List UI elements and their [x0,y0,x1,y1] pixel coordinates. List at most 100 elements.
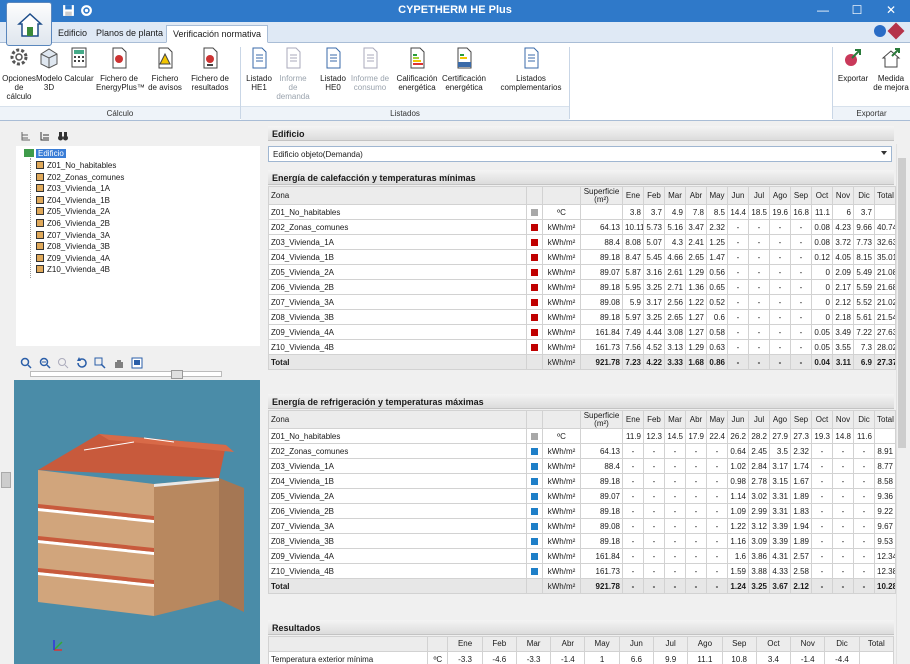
table-row[interactable]: Z08_Vivienda_3B kWh/m² 89.18- - - - -1.16 3.09 3… [268,533,896,549]
minimize-button[interactable]: — [808,0,838,22]
table-row[interactable]: Z02_Zonas_comunes kWh/m² 64.13- - - - -0.64 2.4… [268,443,896,459]
month-header: Oct [811,410,833,429]
app-menu-button[interactable] [6,2,52,46]
tab-edificio[interactable]: Edificio [52,25,93,43]
value-cell: - [811,578,833,594]
certificacion-energetica-button[interactable]: Certificación energética [440,46,488,92]
unit-cell: kWh/m² [542,473,581,489]
calificacion-energetica-button[interactable]: Calificación energética [394,46,440,92]
zoom-extents-icon[interactable] [20,357,32,369]
tree-item-zone[interactable]: Z04_Vivienda_1B [36,195,110,206]
month-header: Nov [832,410,854,429]
improvement-measure-button[interactable]: Medida de mejora [872,46,910,92]
value-cell: 18.5 [748,204,770,220]
table-row[interactable]: Z09_Vivienda_4A kWh/m² 161.84- - - - -1.6 3.86 4… [268,548,896,564]
binoculars-icon[interactable] [57,130,69,142]
tab-verificacion-normativa[interactable]: Verificación normativa [166,25,269,43]
unit-cell: kWh/m² [542,324,581,340]
table-row[interactable]: Temperatura exterior mínima ºC -3.3 -4.6 -3.… [267,651,895,664]
table-row[interactable]: Total kWh/m² 921.78 7.23 4.22 3.33 1.68 0.86- - -… [268,354,896,370]
value-cell: 2.56 [664,294,686,310]
tree-item-zone[interactable]: Z01_No_habitables [36,160,116,171]
pan-hand-icon[interactable] [113,357,125,369]
table-row[interactable]: Z02_Zonas_comunes kWh/m² 64.13 10.11 5.73 5.1… [268,219,896,235]
informe-consumo-button[interactable]: Informe de consumo [350,46,390,92]
value-cell: 3.17 [643,294,665,310]
panel-splitter[interactable] [0,350,262,356]
view-slider[interactable] [30,370,222,379]
table-row[interactable]: Z10_Vivienda_4B kWh/m² 161.73- - - - -1.59 3.88… [268,563,896,579]
unit-cell: kWh/m² [542,548,581,564]
settings-icon[interactable] [80,4,93,17]
tree-item-zone[interactable]: Z05_Vivienda_2A [36,206,110,217]
content-vertical-scrollbar[interactable] [896,144,906,664]
value-cell [858,651,895,664]
save-icon[interactable] [62,4,75,17]
view-window-icon[interactable] [131,357,143,369]
listado-he0-button[interactable]: Listado HE0 [318,46,348,92]
month-header: Sep [790,410,812,429]
maximize-button[interactable]: ☐ [842,0,872,22]
value-cell: 4.31 [769,548,791,564]
table-row[interactable]: Z04_Vivienda_1B kWh/m² 89.18 8.47 5.45 4.66 2.… [268,249,896,265]
table-row[interactable]: Z05_Vivienda_2A kWh/m² 89.07 5.87 3.16 2.61 1.… [268,264,896,280]
zone-icon [36,172,44,181]
value-cell: 0.08 [811,219,833,235]
listados-complementarios-button[interactable]: Listados complementarios [496,46,566,92]
table-row[interactable]: Z06_Vivienda_2B kWh/m² 89.18- - - - -1.09 2.99 3… [268,503,896,519]
table-row[interactable]: Z07_Vivienda_3A kWh/m² 89.08 5.9 3.17 2.56 1.2… [268,294,896,310]
options-icon[interactable] [887,22,905,40]
calc-options-button[interactable]: Opciones de cálculo [2,46,36,101]
calculate-button[interactable]: Calcular [64,46,94,83]
rotate-icon[interactable] [76,357,88,369]
value-cell: 17.9 [685,428,707,444]
table-row[interactable]: Z05_Vivienda_2A kWh/m² 89.07- - - - -1.14 3.02 3… [268,488,896,504]
value-cell: -3.3 [447,651,483,664]
table-row[interactable]: Z09_Vivienda_4A kWh/m² 161.84 7.49 4.44 3.08 1… [268,324,896,340]
value-cell: - [727,264,749,280]
warnings-file-button[interactable]: Fichero de avisos [144,46,186,92]
3d-viewport[interactable] [14,380,260,664]
tree-item-zone[interactable]: Z10_Vivienda_4B [36,264,110,275]
value-cell: 1.29 [685,339,707,355]
tree-item-zone[interactable]: Z07_Vivienda_3A [36,230,110,241]
results-file-button[interactable]: Fichero de resultados [188,46,232,92]
listado-he1-button[interactable]: Listado HE1 [244,46,274,92]
export-button[interactable]: Exportar [836,46,870,83]
table-row[interactable]: Total kWh/m² 921.78- - - - -1.24 3.25 3.67 2.12- -… [268,578,896,594]
viewport-vertical-scrollbar[interactable] [0,388,12,664]
model-3d-button[interactable]: Modelo 3D [36,46,62,92]
analysis-selector[interactable]: Edificio objeto(Demanda) [268,146,892,162]
zoom-in-icon[interactable] [39,357,51,369]
tree-item-zone[interactable]: Z03_Vivienda_1A [36,183,110,194]
value-cell: 11.1 [811,204,833,220]
expand-tree-icon[interactable] [20,130,32,142]
informe-demanda-button[interactable]: Informe de demanda [274,46,312,101]
table-row[interactable]: Z01_No_habitables ºC 3.8 3.7 4.9 7.8 8.5 14.4 18… [268,204,896,220]
value-cell: 8.91 [874,443,896,459]
zoom-out-icon[interactable] [57,357,69,369]
tree-item-zone[interactable]: Z09_Vivienda_4A [36,253,110,264]
table-row[interactable]: Z06_Vivienda_2B kWh/m² 89.18 5.95 3.25 2.71 1.… [268,279,896,295]
table-row[interactable]: Z04_Vivienda_1B kWh/m² 89.18- - - - -0.98 2.78 3… [268,473,896,489]
area-cell: 89.18 [580,533,623,549]
table-row[interactable]: Z07_Vivienda_3A kWh/m² 89.08- - - - -1.22 3.12 3… [268,518,896,534]
table-row[interactable]: Z01_No_habitables ºC 11.9 12.3 14.5 17.9 22.4 2… [268,428,896,444]
tree-item-zone[interactable]: Z08_Vivienda_3B [36,241,110,252]
tree-item-zone[interactable]: Z02_Zonas_comunes [36,172,124,183]
value-cell: - [727,294,749,310]
zone-cell: Total [268,354,527,370]
value-cell: 0.63 [706,339,728,355]
help-icon[interactable] [874,25,886,37]
tab-planos-de-planta[interactable]: Planos de planta [90,25,169,43]
table-row[interactable]: Z08_Vivienda_3B kWh/m² 89.18 5.97 3.25 2.65 1.… [268,309,896,325]
zoom-window-icon[interactable] [94,357,106,369]
table-row[interactable]: Z10_Vivienda_4B kWh/m² 161.73 7.56 4.52 3.13 1… [268,339,896,355]
energyplus-file-button[interactable]: Fichero de EnergyPlus™ [96,46,145,92]
close-button[interactable]: ✕ [876,0,906,22]
table-row[interactable]: Z03_Vivienda_1A kWh/m² 88.4- - - - -1.02 2.84 3.… [268,458,896,474]
value-cell: 11.9 [622,428,644,444]
table-row[interactable]: Z03_Vivienda_1A kWh/m² 88.4 8.08 5.07 4.3 2.41… [268,234,896,250]
collapse-tree-icon[interactable] [39,130,51,142]
tree-item-zone[interactable]: Z06_Vivienda_2B [36,218,110,229]
